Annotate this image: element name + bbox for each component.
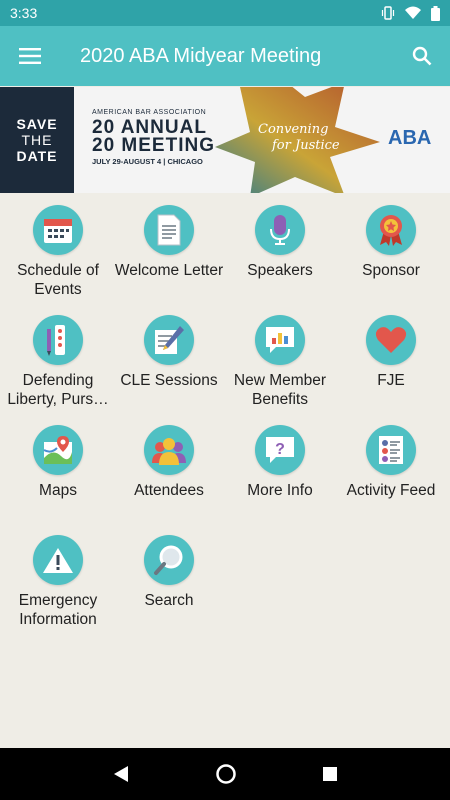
tagline-line-1: Convening xyxy=(258,122,329,137)
system-nav-bar xyxy=(0,748,450,800)
status-time: 3:33 xyxy=(10,5,38,21)
tile-label: New Member Benefits xyxy=(233,372,327,408)
search-icon xyxy=(412,46,432,66)
tile-activity-feed[interactable]: Activity Feed xyxy=(335,420,447,524)
magnifier-icon xyxy=(154,545,183,575)
heart-icon xyxy=(375,327,407,353)
people-icon xyxy=(152,438,186,465)
vibrate-icon xyxy=(381,6,395,20)
tile-sponsor[interactable]: Sponsor xyxy=(335,200,447,304)
tile-label: Emergency Information xyxy=(18,592,98,628)
status-icons xyxy=(381,5,440,21)
tile-label: FJE xyxy=(377,372,405,389)
banner-title: 20 ANNUAL 20 MEETING xyxy=(92,118,215,156)
award-ribbon-icon xyxy=(380,215,402,246)
tile-more-info[interactable]: ? More Info xyxy=(224,420,336,524)
wifi-icon xyxy=(405,6,421,19)
tile-icon-circle xyxy=(366,205,416,255)
tile-icon-circle xyxy=(144,315,194,365)
tile-schedule-of-events[interactable]: Schedule of Events xyxy=(2,200,114,304)
tile-new-member-benefits[interactable]: New Member Benefits xyxy=(224,310,336,414)
tile-label: Sponsor xyxy=(362,262,420,279)
tile-icon-circle xyxy=(255,205,305,255)
pencil-list-icon xyxy=(47,325,65,356)
tile-cle-sessions[interactable]: CLE Sessions xyxy=(113,310,225,414)
tile-label: Defending Liberty, Purs… xyxy=(7,372,109,408)
banner-dates: JULY 29-AUGUST 4 | CHICAGO xyxy=(92,157,203,166)
map-pin-icon xyxy=(43,436,72,464)
tile-label: Speakers xyxy=(247,262,313,279)
tile-label: Attendees xyxy=(134,482,204,499)
calendar-icon xyxy=(44,219,72,243)
app-bar: 2020 ABA Midyear Meeting xyxy=(0,26,450,86)
tile-icon-circle: ? xyxy=(255,425,305,475)
document-icon xyxy=(157,214,181,246)
tile-label: Search xyxy=(144,592,194,609)
battery-icon xyxy=(431,5,440,21)
tile-maps[interactable]: Maps xyxy=(2,420,114,524)
tile-welcome-letter[interactable]: Welcome Letter xyxy=(113,200,225,304)
tile-defending-liberty[interactable]: Defending Liberty, Purs… xyxy=(2,310,114,414)
notepad-pencil-icon xyxy=(155,326,184,354)
tile-icon-circle xyxy=(144,425,194,475)
recents-icon[interactable] xyxy=(322,766,338,782)
feed-list-icon xyxy=(379,436,403,464)
tile-icon-circle xyxy=(366,425,416,475)
banner-tagline: Convening for Justice xyxy=(258,122,340,154)
tile-icon-circle xyxy=(144,205,194,255)
banner-star-graphic xyxy=(215,87,380,193)
search-button[interactable] xyxy=(394,26,450,86)
app-title: 2020 ABA Midyear Meeting xyxy=(80,44,322,67)
banner-title-line-2: 20 MEETING xyxy=(92,135,215,156)
tile-label: Welcome Letter xyxy=(114,262,224,279)
home-icon[interactable] xyxy=(215,763,237,785)
warning-icon xyxy=(43,548,73,573)
chart-bubble-icon xyxy=(266,327,294,353)
aba-logo: ABA xyxy=(388,127,432,149)
event-banner[interactable]: SAVE THE DATE AMERICAN BAR ASSOCIATION 2… xyxy=(0,87,450,193)
tile-search[interactable]: Search xyxy=(113,530,225,634)
tile-label: Maps xyxy=(39,482,77,499)
tile-icon-circle xyxy=(366,315,416,365)
question-icon: ? xyxy=(266,437,294,463)
hamburger-menu-icon xyxy=(19,48,41,64)
tile-icon-circle xyxy=(33,315,83,365)
tile-label: Schedule of Events xyxy=(17,262,99,298)
banner-org: AMERICAN BAR ASSOCIATION xyxy=(92,109,207,116)
tile-icon-circle xyxy=(33,535,83,585)
back-icon[interactable] xyxy=(112,765,130,783)
tagline-line-2: for Justice xyxy=(272,138,340,153)
microphone-icon xyxy=(270,215,290,245)
tile-label: Activity Feed xyxy=(346,482,436,499)
tile-icon-circle xyxy=(255,315,305,365)
tile-fje[interactable]: FJE xyxy=(335,310,447,414)
tile-label: More Info xyxy=(247,482,313,499)
tile-label: CLE Sessions xyxy=(120,372,218,389)
svg-text:?: ? xyxy=(275,441,285,458)
status-bar: 3:33 xyxy=(0,0,450,26)
tile-attendees[interactable]: Attendees xyxy=(113,420,225,524)
tile-icon-circle xyxy=(33,425,83,475)
tile-icon-circle xyxy=(144,535,194,585)
tile-icon-circle xyxy=(33,205,83,255)
tile-emergency-information[interactable]: Emergency Information xyxy=(2,530,114,634)
menu-button[interactable] xyxy=(0,26,60,86)
tile-speakers[interactable]: Speakers xyxy=(224,200,336,304)
